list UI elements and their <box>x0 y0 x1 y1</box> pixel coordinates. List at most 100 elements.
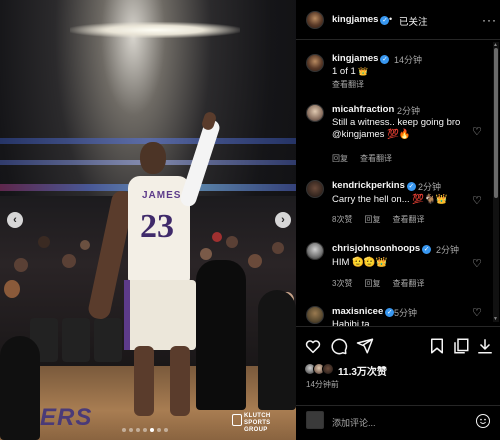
username-text[interactable]: maxisnicee <box>332 306 383 317</box>
comment-like-count[interactable]: 3次赞 <box>332 279 352 288</box>
comment-like-heart-icon[interactable]: ♡ <box>472 306 482 319</box>
watermark-line: SPORTS <box>244 420 271 426</box>
reply-link[interactable]: 回复 <box>332 154 348 163</box>
comment-username[interactable]: kendrickperkins ✓ <box>332 180 416 191</box>
avatar <box>306 411 324 429</box>
comment-username[interactable]: chrisjohnsonhoops ✓ <box>332 243 432 254</box>
jersey-name: JAMES <box>142 190 182 201</box>
comment-time: 5分钟 <box>394 308 418 318</box>
verified-badge-icon: ✓ <box>380 55 390 64</box>
carousel-dot[interactable] <box>129 428 133 432</box>
chevron-right-icon: › <box>281 214 285 226</box>
copy-icon[interactable] <box>452 337 470 355</box>
photographer <box>196 260 246 410</box>
avatar[interactable] <box>306 242 324 260</box>
username-text[interactable]: kendrickperkins <box>332 180 405 191</box>
comment-time: 2分钟 <box>436 245 460 255</box>
following-button[interactable]: 已关注 <box>399 14 428 28</box>
photographer <box>258 290 296 410</box>
comment-text: Habibi ta <box>332 319 370 326</box>
emoji-icon[interactable] <box>476 414 490 428</box>
comment-bar: 添加评论... <box>296 405 500 433</box>
avatar[interactable] <box>306 54 324 72</box>
translate-link[interactable]: 查看翻译 <box>392 279 424 288</box>
post-sidebar: kingjames ✓ • 已关注 ··· kingjames ✓ 14分钟 1 o… <box>296 0 500 440</box>
username-text[interactable]: kingjames <box>332 14 378 25</box>
spectator <box>0 336 40 440</box>
caption-body: 1 of 1 <box>332 66 356 77</box>
comment-text: HIM 🫡🫡👑 <box>332 257 388 268</box>
carousel-prev-button[interactable]: ‹ <box>7 212 23 228</box>
player-shorts <box>124 280 196 350</box>
watermark-line: GROUP <box>244 427 268 433</box>
avatar[interactable] <box>306 11 324 29</box>
comment-actions: 回复 查看翻译 <box>332 153 404 164</box>
translate-link[interactable]: 查看翻译 <box>392 215 424 224</box>
avatar[interactable] <box>306 180 324 198</box>
caption-translate-link[interactable]: 查看翻译 <box>332 79 364 90</box>
caption-time: 14分钟 <box>394 55 423 65</box>
arena-lights <box>70 22 240 38</box>
comment-text: @kingjames 💯🔥 <box>332 129 411 140</box>
scroll-up-arrow-icon[interactable]: ▲ <box>493 42 498 48</box>
comment-like-heart-icon[interactable]: ♡ <box>472 257 482 270</box>
carousel-dot[interactable] <box>164 428 168 432</box>
shorts-stripe <box>124 280 130 350</box>
scroll-down-arrow-icon[interactable]: ▼ <box>493 316 498 322</box>
comment-username[interactable]: micahfraction <box>332 104 394 115</box>
caption-text: 1 of 1 👑 <box>332 66 368 78</box>
caption-username[interactable]: kingjames ✓ <box>332 53 390 64</box>
player-head <box>140 142 166 174</box>
crown-emoji: 👑 <box>358 67 369 76</box>
like-count[interactable]: 11.3万次赞 <box>338 363 387 378</box>
comment-input[interactable]: 添加评论... <box>332 416 376 429</box>
reply-link[interactable]: 回复 <box>364 215 380 224</box>
carousel-dot[interactable] <box>136 428 140 432</box>
translate-link[interactable]: 查看翻译 <box>360 154 392 163</box>
comment-actions: 8次赞 回复 查看翻译 <box>332 214 436 225</box>
carousel-next-button[interactable]: › <box>275 212 291 228</box>
klutch-watermark: KLUTCH SPORTS GROUP <box>244 413 270 434</box>
comment-time: 2分钟 <box>418 182 442 192</box>
courtside-seat <box>62 318 90 362</box>
comment-like-count[interactable]: 8次赞 <box>332 215 352 224</box>
more-horizontal-icon[interactable]: ··· <box>482 13 497 27</box>
comment-text: Carry the hell on... 💯🐐👑 <box>332 194 448 205</box>
player-leg <box>170 346 190 416</box>
header-separator: • <box>389 14 393 24</box>
heart-icon[interactable] <box>304 337 322 355</box>
court-logo-text: ERS <box>40 404 93 431</box>
carousel-dot[interactable] <box>150 428 154 432</box>
send-icon[interactable] <box>356 337 374 355</box>
carousel-indicator <box>122 428 168 432</box>
comment-time: 2分钟 <box>397 106 421 116</box>
download-icon[interactable] <box>476 337 494 355</box>
username-text[interactable]: chrisjohnsonhoops <box>332 243 420 254</box>
post-actions: 11.3万次赞 14分钟前 添加评论... <box>296 326 500 432</box>
reply-link[interactable]: 回复 <box>364 279 380 288</box>
courtside-seat <box>94 318 122 362</box>
post-header: kingjames ✓ • 已关注 ··· <box>296 0 500 40</box>
header-username[interactable]: kingjames ✓ <box>332 14 390 25</box>
comment-icon[interactable] <box>330 337 348 355</box>
comment-like-heart-icon[interactable]: ♡ <box>472 194 482 207</box>
jersey-number: 23 <box>140 208 174 245</box>
avatar[interactable] <box>306 306 324 324</box>
comment-text: Still a witness.. keep going bro <box>332 117 461 128</box>
post-photo[interactable]: ERS JAMES 23 ‹ › KLUTCH SPORTS GROUP <box>0 0 296 440</box>
comment-like-heart-icon[interactable]: ♡ <box>472 125 482 138</box>
scrollbar-thumb[interactable] <box>494 48 498 198</box>
avatar <box>322 363 334 375</box>
post-timestamp: 14分钟前 <box>306 380 339 389</box>
carousel-dot[interactable] <box>143 428 147 432</box>
carousel-dot[interactable] <box>122 428 126 432</box>
carousel-dot[interactable] <box>157 428 161 432</box>
verified-badge-icon: ✓ <box>406 182 416 191</box>
avatar[interactable] <box>306 104 324 122</box>
bookmark-icon[interactable] <box>428 337 446 355</box>
comment-username[interactable]: maxisnicee ✓ <box>332 306 395 317</box>
chevron-left-icon: ‹ <box>13 214 17 226</box>
klutch-logo-icon <box>232 414 242 426</box>
comment-actions: 3次赞 回复 查看翻译 <box>332 278 436 289</box>
username-text[interactable]: kingjames <box>332 53 378 64</box>
